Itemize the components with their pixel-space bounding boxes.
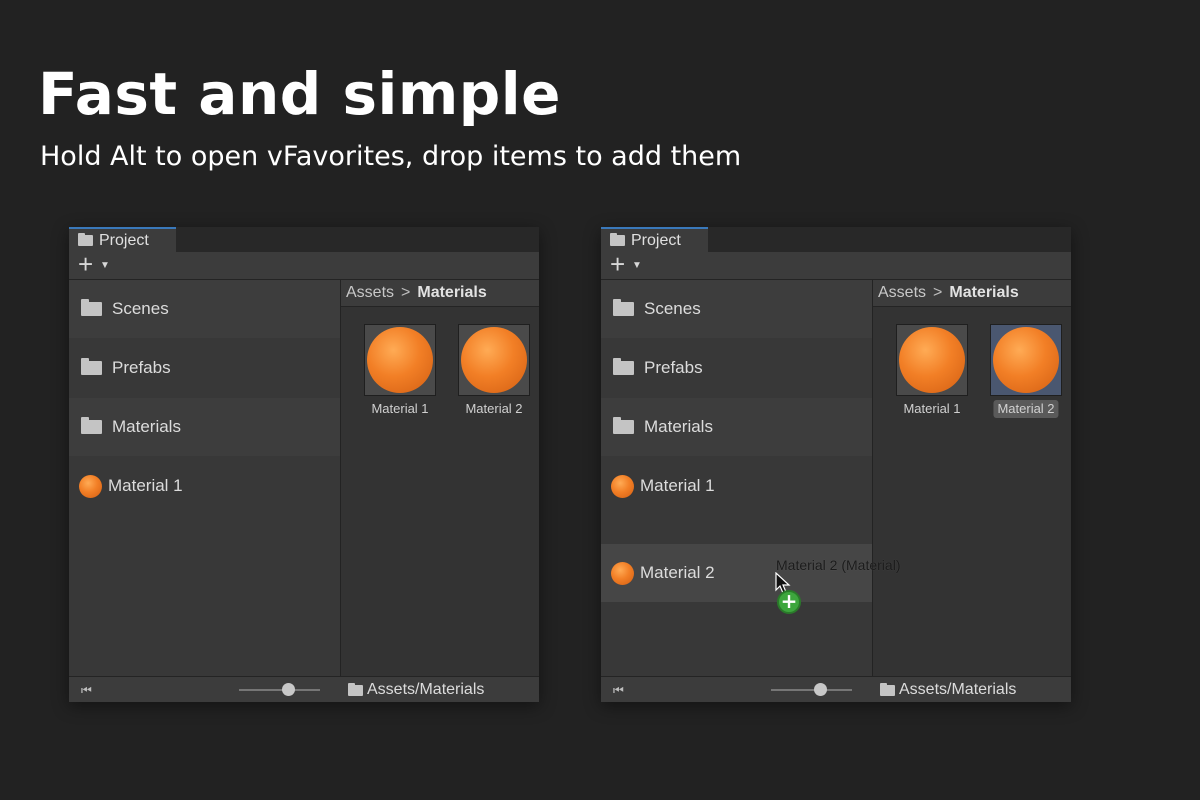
project-window-right: Project + ▼ Scenes Prefabs Materials Mat…	[601, 227, 1071, 702]
drag-tooltip: Material 2 (Material)	[776, 557, 901, 573]
tree-item-scenes[interactable]: Scenes	[601, 280, 872, 338]
asset-label[interactable]: Material 1	[367, 400, 432, 418]
chevron-right-icon: >	[933, 284, 943, 301]
asset-grid-pane: Assets > Materials Material 1 Material 2	[873, 280, 1071, 676]
toolbar: + ▼	[69, 250, 539, 280]
asset-grid-pane: Assets > Materials Material 1 Material 2	[341, 280, 539, 676]
zoom-slider[interactable]	[771, 689, 852, 691]
tree-item-label: Material 1	[108, 476, 183, 495]
tree-item-label: Prefabs	[112, 358, 171, 377]
breadcrumb: Assets > Materials	[873, 280, 1071, 307]
project-window-left: Project + ▼ Scenes Prefabs Materials Mat…	[69, 227, 539, 702]
plus-icon[interactable]: +	[610, 250, 625, 278]
material-sphere-icon	[993, 327, 1059, 393]
tree-item-materials[interactable]: Materials	[69, 398, 340, 456]
path-label: Assets/Materials	[367, 681, 485, 698]
material-sphere-icon	[899, 327, 965, 393]
path-label: Assets/Materials	[899, 681, 1017, 698]
asset-label-selected[interactable]: Material 2	[993, 400, 1059, 418]
favorites-tree: Scenes Prefabs Materials Material 1	[69, 280, 340, 676]
tree-item-material-2[interactable]: Material 2	[601, 544, 872, 602]
asset-thumb-material-2-selected[interactable]	[990, 324, 1062, 396]
asset-label[interactable]: Material 2	[461, 400, 526, 418]
tree-item-label: Scenes	[112, 299, 169, 318]
zoom-slider-knob[interactable]	[282, 683, 295, 696]
folder-icon	[348, 682, 363, 696]
breadcrumb-materials[interactable]: Materials	[417, 284, 486, 302]
material-sphere-icon	[611, 561, 634, 585]
tree-item-label: Scenes	[644, 299, 701, 318]
breadcrumb-materials[interactable]: Materials	[949, 284, 1018, 302]
material-sphere-icon	[611, 474, 634, 498]
asset-thumb-material-2[interactable]	[458, 324, 530, 396]
skip-back-icon[interactable]: ⏮	[613, 683, 624, 698]
plus-icon[interactable]: +	[78, 250, 93, 278]
favorites-tree: Scenes Prefabs Materials Material 1 Mate…	[601, 280, 872, 676]
asset-thumb-material-1[interactable]	[364, 324, 436, 396]
material-sphere-icon	[79, 474, 102, 498]
folder-icon	[610, 233, 625, 246]
folder-icon	[880, 682, 895, 696]
headline: Fast and simple	[38, 60, 562, 128]
caret-down-icon[interactable]: ▼	[632, 260, 642, 271]
subline: Hold Alt to open vFavorites, drop items …	[40, 141, 742, 172]
tree-item-label: Materials	[644, 417, 713, 436]
tree-item-prefabs[interactable]: Prefabs	[69, 339, 340, 397]
tree-item-material-1[interactable]: Material 1	[69, 457, 340, 515]
folder-icon	[613, 417, 634, 434]
folder-icon	[613, 358, 634, 375]
zoom-slider-knob[interactable]	[814, 683, 827, 696]
breadcrumb-assets[interactable]: Assets	[878, 284, 926, 302]
tab-bar: Project	[601, 227, 1071, 252]
toolbar: + ▼	[601, 250, 1071, 280]
tree-item-label: Prefabs	[644, 358, 703, 377]
tab-label: Project	[99, 231, 149, 249]
skip-back-icon[interactable]: ⏮	[81, 683, 92, 698]
footer-bar: ⏮ Assets/Materials	[601, 676, 1071, 702]
breadcrumb: Assets > Materials	[341, 280, 539, 307]
current-path: Assets/Materials	[348, 677, 484, 703]
tree-item-prefabs[interactable]: Prefabs	[601, 339, 872, 397]
folder-icon	[81, 299, 102, 316]
current-path: Assets/Materials	[880, 677, 1016, 703]
folder-icon	[81, 358, 102, 375]
asset-thumb-material-1[interactable]	[896, 324, 968, 396]
add-badge-icon: +	[777, 590, 801, 614]
folder-icon	[613, 299, 634, 316]
tree-item-label: Material 1	[640, 476, 715, 495]
caret-down-icon[interactable]: ▼	[100, 260, 110, 271]
zoom-slider[interactable]	[239, 689, 320, 691]
folder-icon	[78, 233, 93, 246]
breadcrumb-assets[interactable]: Assets	[346, 284, 394, 302]
tree-item-materials[interactable]: Materials	[601, 398, 872, 456]
material-sphere-icon	[367, 327, 433, 393]
folder-icon	[81, 417, 102, 434]
footer-bar: ⏮ Assets/Materials	[69, 676, 539, 702]
material-sphere-icon	[461, 327, 527, 393]
chevron-right-icon: >	[401, 284, 411, 301]
asset-label[interactable]: Material 1	[899, 400, 964, 418]
tab-bar: Project	[69, 227, 539, 252]
tree-item-material-1[interactable]: Material 1	[601, 457, 872, 515]
tab-label: Project	[631, 231, 681, 249]
tree-item-scenes[interactable]: Scenes	[69, 280, 340, 338]
tree-item-label: Material 2	[640, 563, 715, 582]
tree-item-label: Materials	[112, 417, 181, 436]
